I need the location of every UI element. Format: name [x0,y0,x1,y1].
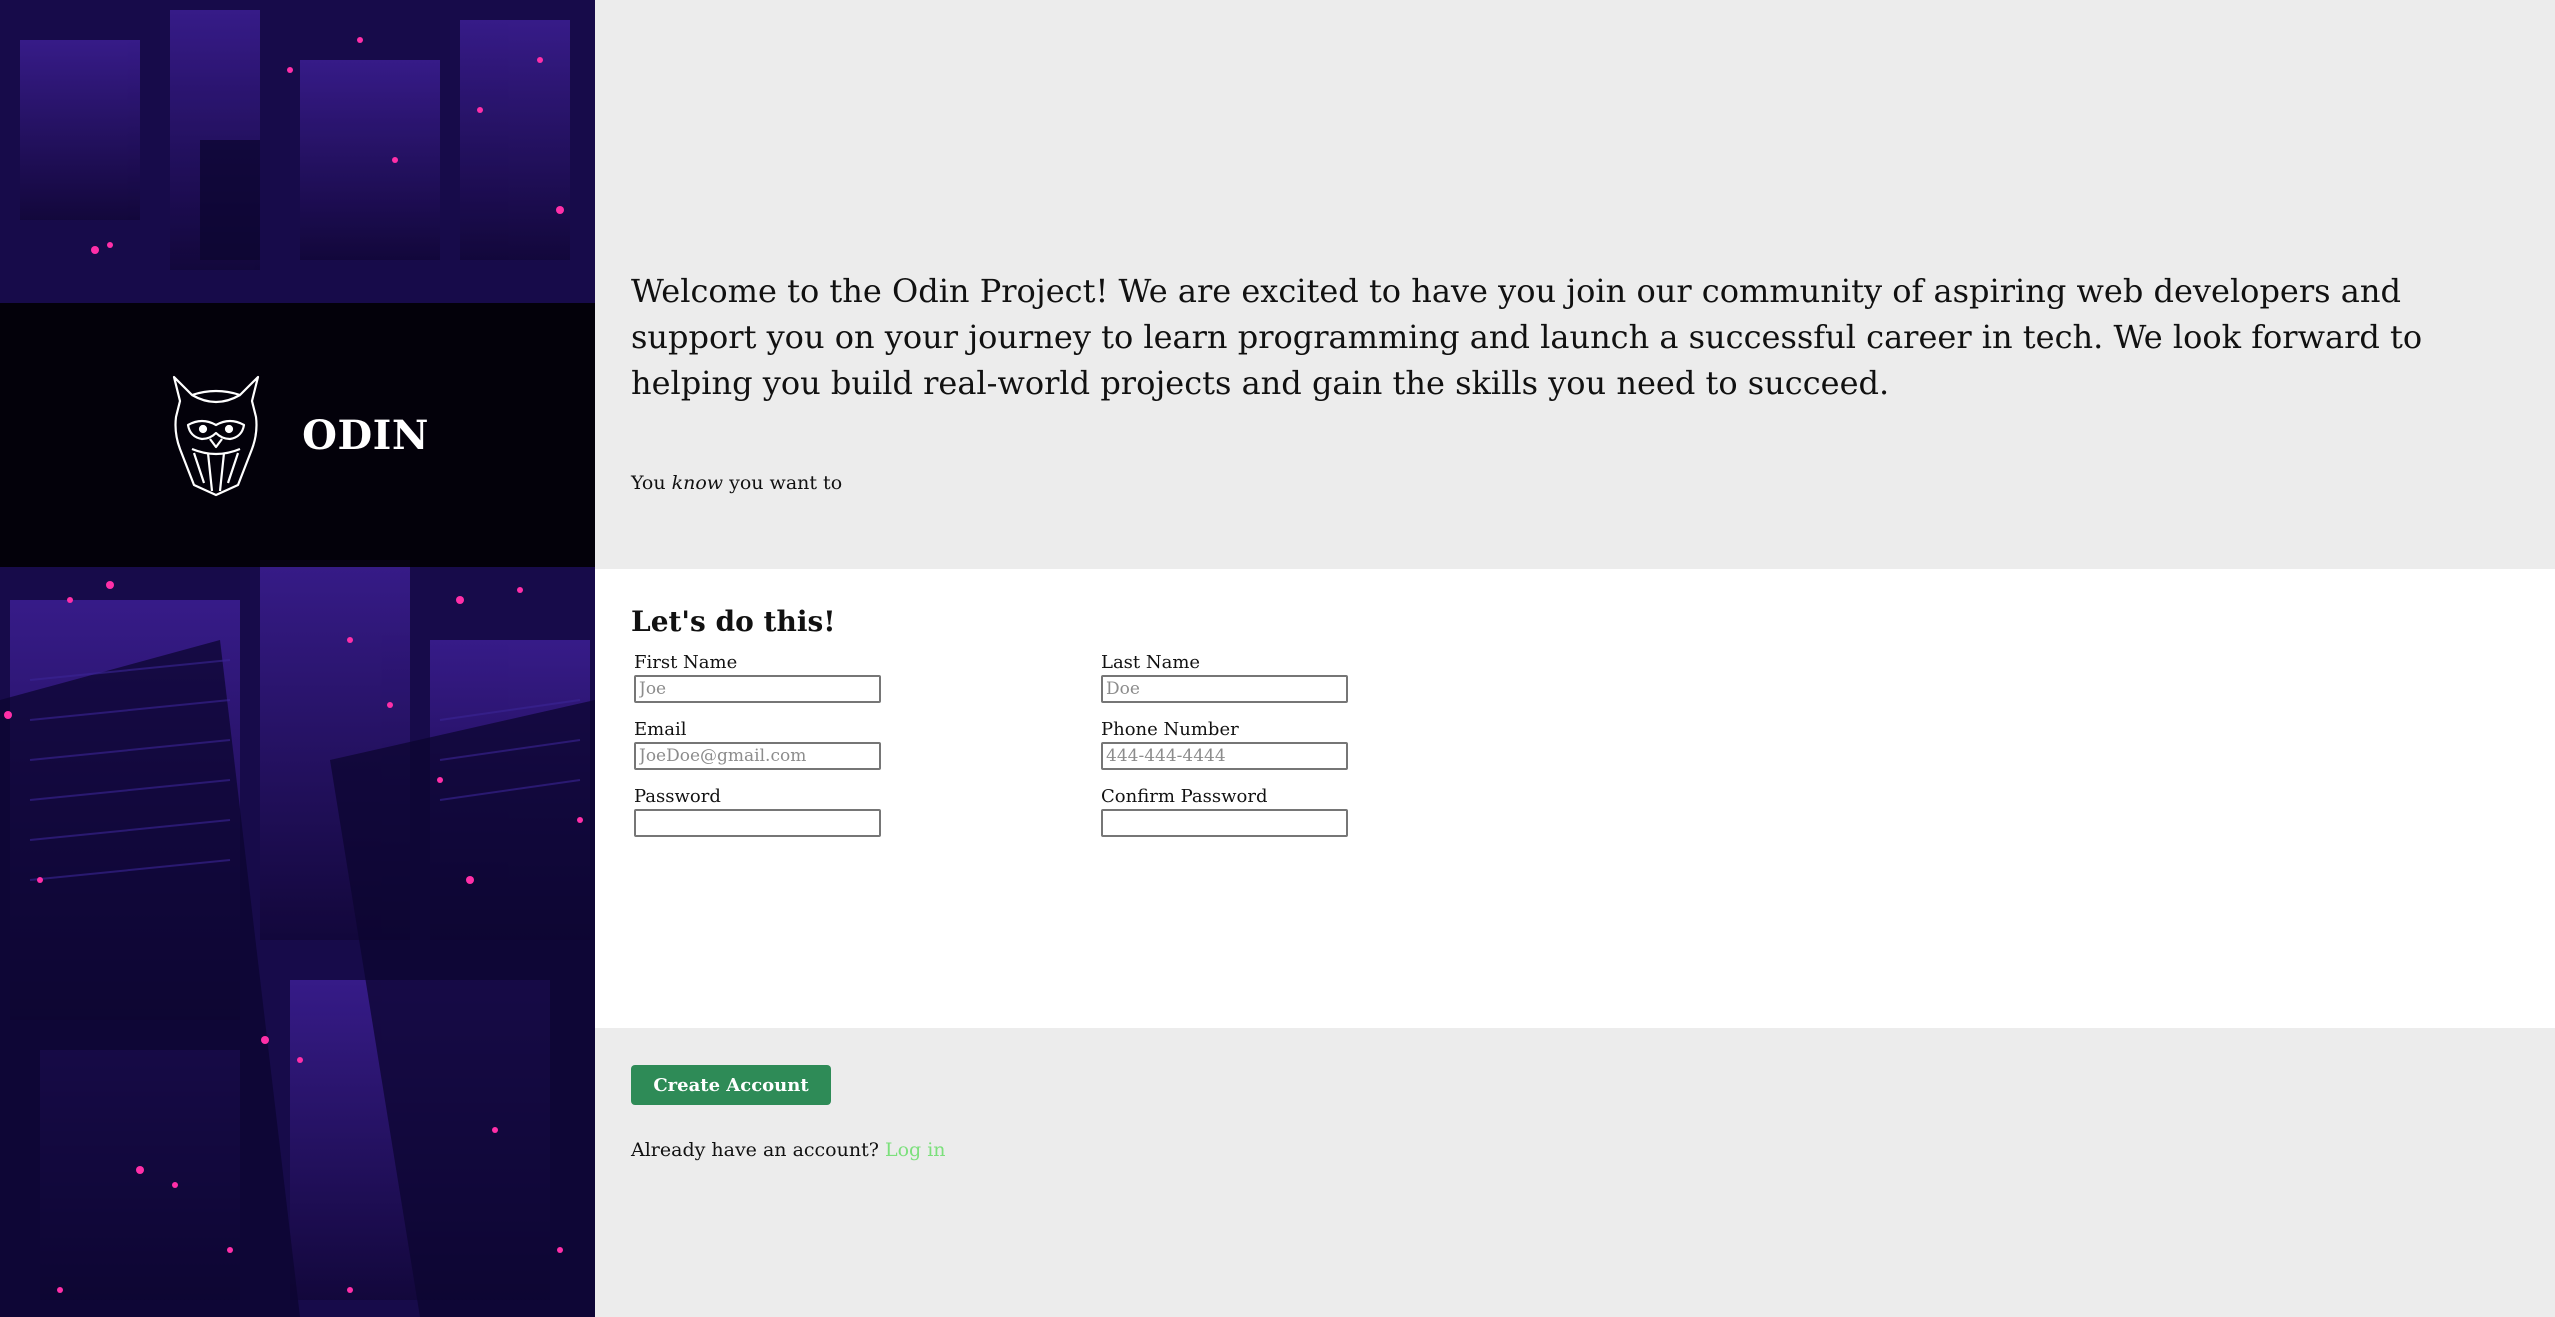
first-name-group: First Name [634,652,1101,703]
login-link[interactable]: Log in [885,1139,946,1161]
email-label: Email [634,719,687,740]
last-name-group: Last Name [1101,652,1401,703]
tagline-after: you want to [723,472,843,494]
last-name-input[interactable] [1101,675,1348,703]
signup-form-section: Let's do this! First Name Last Name Emai… [595,569,2555,1028]
confirm-password-input[interactable] [1101,809,1348,837]
odin-viking-helmet-icon [166,373,266,498]
password-label: Password [634,786,721,807]
phone-number-input[interactable] [1101,742,1348,770]
first-name-label: First Name [634,652,738,673]
phone-group: Phone Number [1101,719,1401,770]
intro-section: Welcome to the Odin Project! We are exci… [595,0,2555,569]
phone-number-label: Phone Number [1101,719,1239,740]
confirm-password-label: Confirm Password [1101,786,1268,807]
tagline: You know you want to [631,472,2519,494]
last-name-label: Last Name [1101,652,1201,673]
signup-form: First Name Last Name Email Phone Number … [631,652,2519,837]
hero-panel: ODIN [0,0,595,1317]
first-name-input[interactable] [634,675,881,703]
actions-section: Create Account Already have an account? … [595,1028,2555,1317]
create-account-button[interactable]: Create Account [631,1065,831,1105]
logo-band: ODIN [0,303,595,567]
brand-name: ODIN [302,411,429,459]
form-heading: Let's do this! [631,605,836,638]
confirm-password-group: Confirm Password [1101,786,1401,837]
main-content: Welcome to the Odin Project! We are exci… [595,0,2555,1317]
password-input[interactable] [634,809,881,837]
email-input[interactable] [634,742,881,770]
welcome-text: Welcome to the Odin Project! We are exci… [631,272,2423,402]
password-group: Password [634,786,1101,837]
tagline-emphasis: know [671,472,724,494]
email-group: Email [634,719,1101,770]
login-prompt-text: Already have an account? [631,1139,879,1161]
city-background-image [0,0,595,1317]
login-prompt-line: Already have an account? Log in [631,1139,2519,1161]
tagline-before: You [631,472,672,494]
